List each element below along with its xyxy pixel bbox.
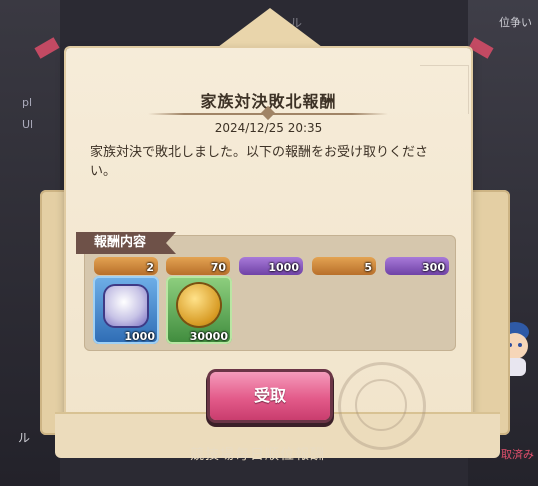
reward-quantity: 300	[422, 261, 445, 274]
reward-quantity: 30000	[189, 330, 228, 343]
stamp-seal-icon	[338, 362, 426, 450]
dialog-date: 2024/12/25 20:35	[214, 121, 323, 135]
background-left-text: pl	[22, 96, 33, 109]
background-claimed-text: 取済み	[501, 448, 534, 461]
reward-item[interactable]: 1000	[93, 276, 159, 344]
background-bottom-left-text: ル	[18, 431, 31, 445]
gold-coin-icon	[178, 284, 220, 326]
stamp-seal-inner	[355, 379, 407, 431]
reward-quantity: 2	[146, 261, 154, 274]
dialog-message: 家族対決で敗北しました。以下の報酬をお受け取りください。	[90, 145, 429, 179]
reward-item[interactable]: 5	[312, 257, 376, 275]
reward-quantity: 1000	[268, 261, 299, 274]
background-left-text: Ul	[22, 118, 34, 131]
reward-item[interactable]: 70	[166, 257, 230, 275]
reward-item[interactable]: 2	[94, 257, 158, 275]
gear-item-icon	[105, 286, 147, 326]
reward-quantity: 1000	[124, 330, 155, 343]
receive-button[interactable]: 受取	[210, 372, 330, 420]
reward-section-label: 報酬内容	[76, 232, 176, 254]
reward-item[interactable]: 30000	[166, 276, 232, 344]
background-rank-text: 位争い	[499, 16, 532, 29]
reward-item[interactable]: 1000	[239, 257, 303, 275]
reward-quantity: 5	[364, 261, 372, 274]
reward-item[interactable]: 300	[385, 257, 449, 275]
reward-quantity: 70	[210, 261, 226, 274]
background-bottom-title: 競技場毎日順位報酬	[190, 447, 325, 463]
